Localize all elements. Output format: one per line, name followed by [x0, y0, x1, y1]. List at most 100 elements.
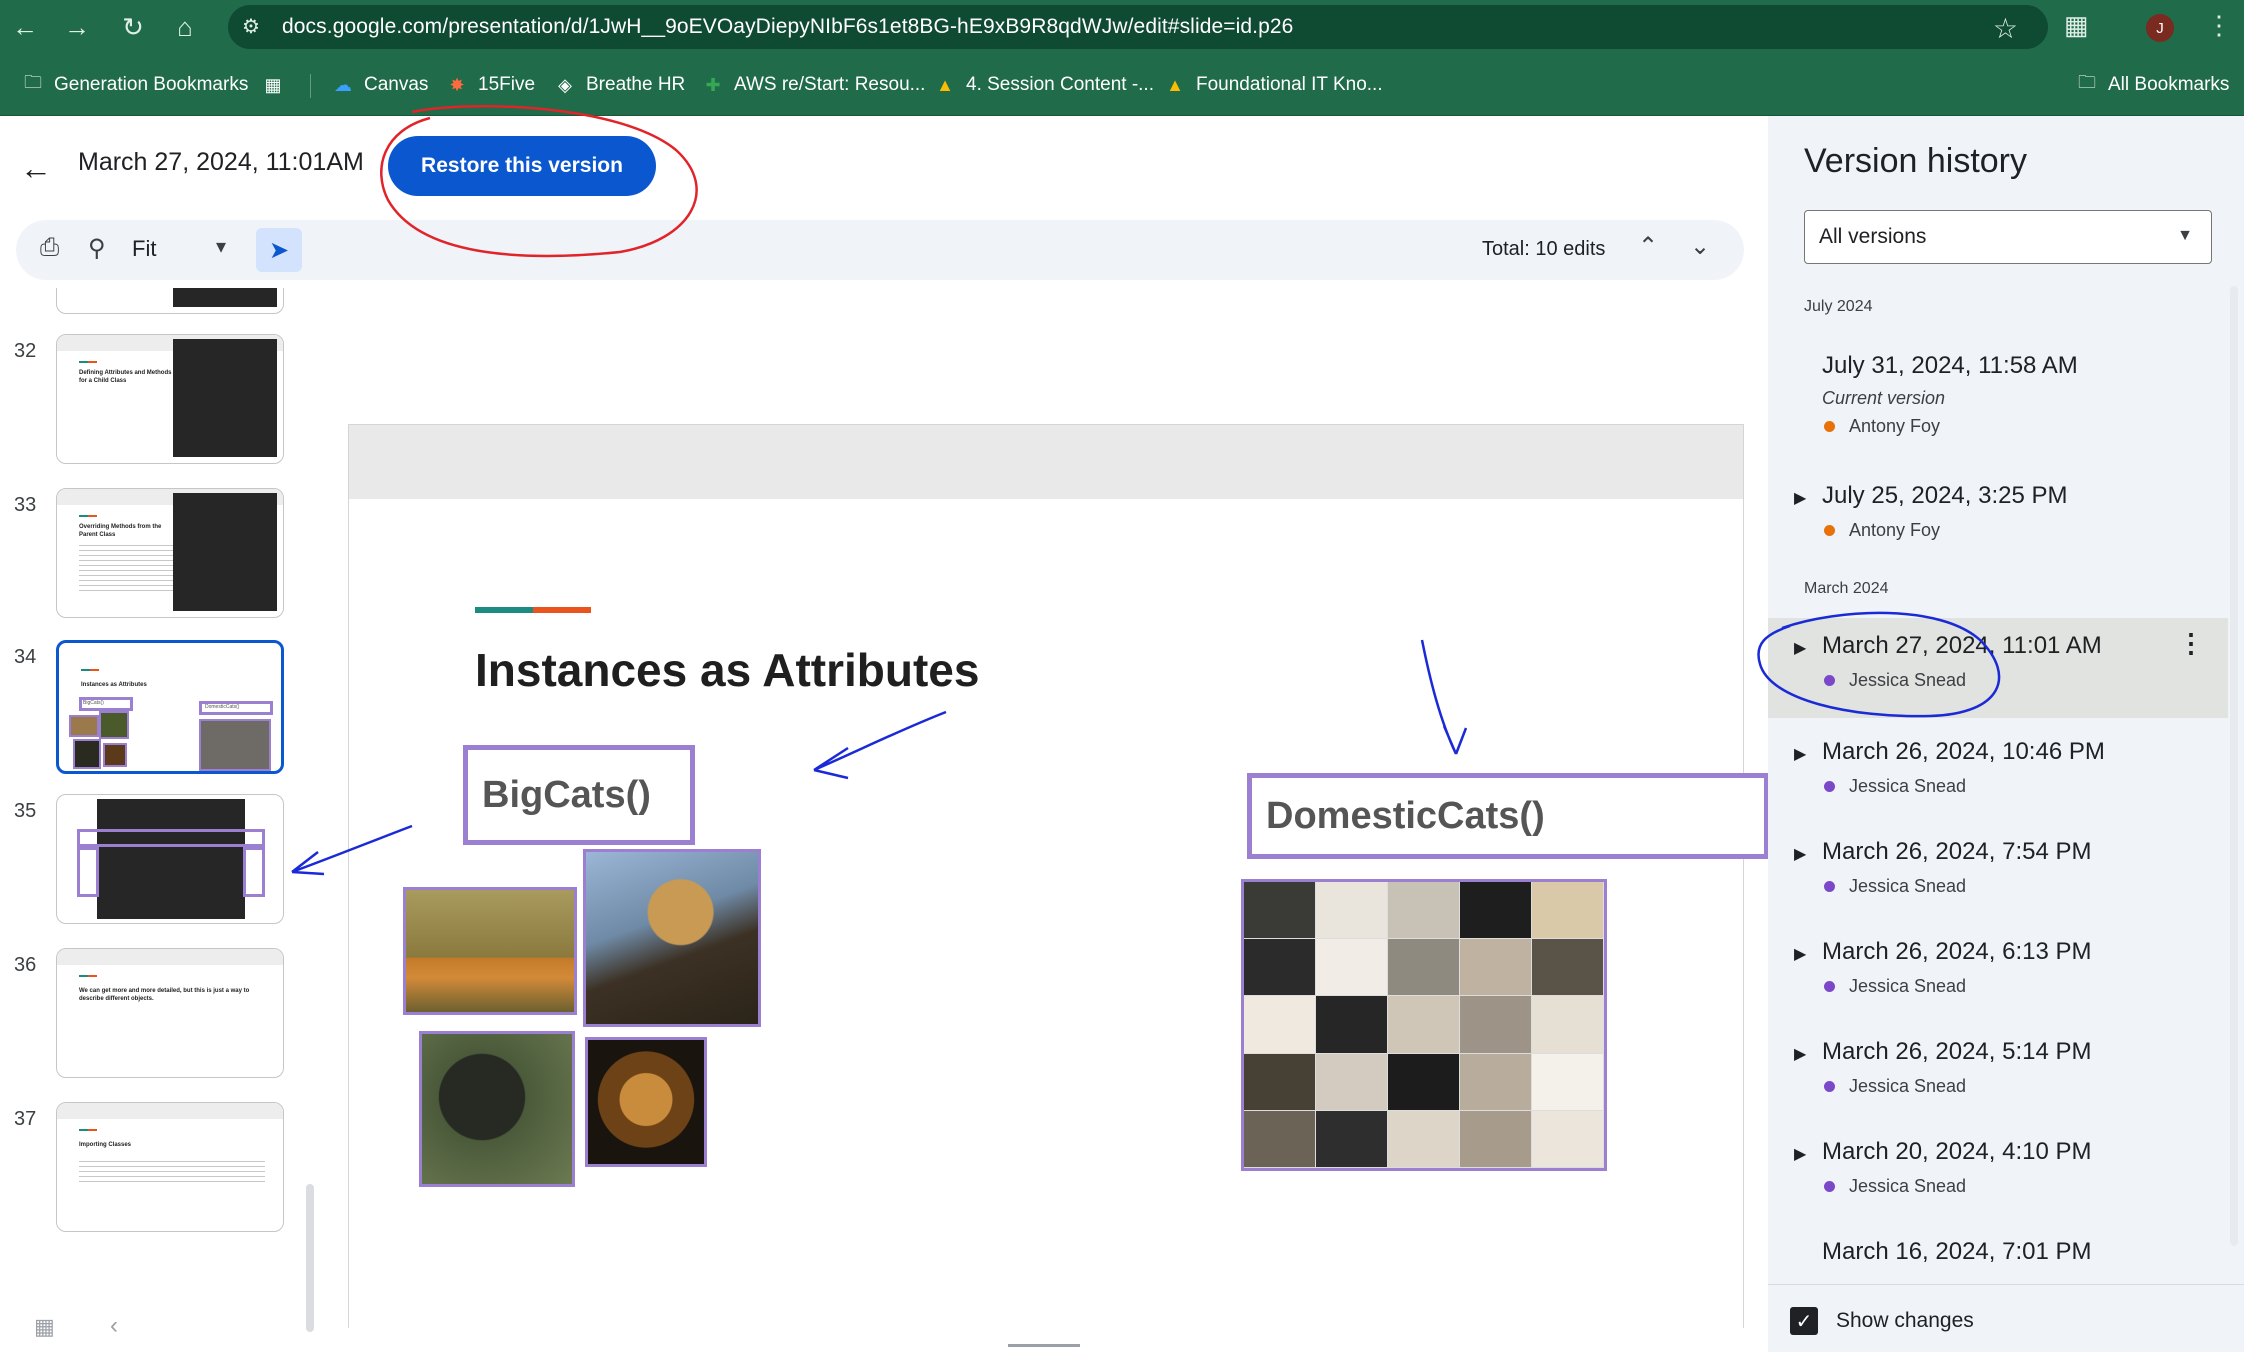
bookmark-star-icon[interactable]: ☆	[1993, 12, 2018, 45]
author-name: Jessica Snead	[1849, 670, 1967, 690]
url-text[interactable]: docs.google.com/presentation/d/1JwH__9oE…	[282, 15, 1293, 39]
previous-edit-icon[interactable]: ⌃	[1638, 232, 1658, 261]
expand-triangle-icon[interactable]: ▶	[1794, 944, 1806, 964]
select-pointer-icon[interactable]: ➤	[256, 228, 302, 272]
back-arrow-icon[interactable]: ←	[20, 150, 52, 187]
address-bar[interactable]: ⚙ docs.google.com/presentation/d/1JwH__9…	[228, 5, 2048, 49]
slide-thumb-row[interactable]	[0, 288, 330, 318]
apps-grid-icon[interactable]: ▦	[262, 69, 284, 101]
browser-menu-icon[interactable]: ⋮	[2206, 10, 2232, 41]
author-dot	[1824, 881, 1835, 892]
version-author: Jessica Snead	[1824, 1176, 1966, 1197]
expand-triangle-icon[interactable]: ▶	[1794, 844, 1806, 864]
site-settings-icon[interactable]: ⚙	[242, 14, 270, 40]
viewer-toolbar: ⎙ ⚲ Fit ▾ ➤ Total: 10 edits ⌃ ⌄	[16, 220, 1744, 280]
version-item[interactable]: ▶ March 26, 2024, 5:14 PM Jessica Snead	[1768, 1030, 2228, 1118]
all-bookmarks[interactable]: 🗀 All Bookmarks	[2076, 69, 2229, 101]
filmstrip-scrollbar[interactable]	[306, 1184, 314, 1332]
expand-triangle-icon[interactable]: ▶	[1794, 488, 1806, 508]
panel-scrollbar[interactable]	[2230, 286, 2238, 1246]
cat-photo-tile	[1388, 1110, 1459, 1167]
next-edit-icon[interactable]: ⌄	[1690, 232, 1710, 261]
bookmark-label: All Bookmarks	[2108, 74, 2230, 95]
expand-triangle-icon[interactable]: ▶	[1794, 1144, 1806, 1164]
home-icon[interactable]: ⌂	[164, 6, 206, 48]
folder-icon: 🗀	[2078, 72, 2096, 92]
forward-icon[interactable]: →	[56, 6, 98, 48]
panther-image	[419, 1031, 575, 1187]
slide-thumbnail[interactable]: Importing Classes	[56, 1102, 284, 1232]
bookmark-15five[interactable]: ✸ 15Five	[446, 69, 535, 101]
version-item-selected[interactable]: ▶ March 27, 2024, 11:01 AM Jessica Snead…	[1768, 618, 2228, 718]
version-date: March 26, 2024, 10:46 PM	[1822, 738, 2105, 765]
version-item[interactable]: ▶ March 20, 2024, 4:10 PM Jessica Snead	[1768, 1130, 2228, 1218]
version-filter-select[interactable]: All versions ▼	[1804, 210, 2212, 264]
bookmark-generation[interactable]: 🗀 Generation Bookmarks	[22, 69, 248, 101]
zoom-select[interactable]: Fit	[132, 236, 156, 262]
author-dot	[1824, 421, 1835, 432]
slide-thumb-row[interactable]: 37 Importing Classes	[0, 1102, 330, 1236]
lion-image	[585, 1037, 707, 1167]
cat-photo-tile	[1316, 1110, 1387, 1167]
cat-photo-tile	[1244, 1053, 1315, 1110]
author-name: Jessica Snead	[1849, 976, 1967, 996]
author-name: Jessica Snead	[1849, 1176, 1967, 1196]
version-author: Antony Foy	[1824, 520, 1940, 541]
version-item[interactable]: ▶ March 26, 2024, 7:54 PM Jessica Snead	[1768, 830, 2228, 918]
slide-thumbnail[interactable]	[56, 288, 284, 314]
cat-photo-tile	[1388, 1053, 1459, 1110]
expand-triangle-icon[interactable]: ▶	[1794, 744, 1806, 764]
slide-thumbnail[interactable]: We can get more and more detailed, but t…	[56, 948, 284, 1078]
version-item[interactable]: ▶ March 26, 2024, 6:13 PM Jessica Snead	[1768, 930, 2228, 1018]
version-item[interactable]: ▶ March 26, 2024, 10:46 PM Jessica Snead	[1768, 730, 2228, 818]
slide-number: 36	[14, 954, 37, 976]
expand-triangle-icon[interactable]: ▶	[1794, 638, 1806, 658]
print-icon[interactable]: ⎙	[40, 234, 59, 262]
bookmark-aws[interactable]: ✚ AWS re/Start: Resou...	[702, 69, 925, 101]
slide-thumbnail[interactable]: Defining Attributes and Methods for a Ch…	[56, 334, 284, 464]
version-item[interactable]: July 31, 2024, 11:58 AM Current version …	[1768, 344, 2228, 448]
slide-thumb-row[interactable]: 33 Overriding Methods from the Parent Cl…	[0, 488, 330, 622]
slide-thumb-row[interactable]: 36 We can get more and more detailed, bu…	[0, 948, 330, 1082]
bookmark-canvas[interactable]: ☁ Canvas	[332, 69, 428, 101]
version-date: March 16, 2024, 7:01 PM	[1822, 1238, 2092, 1265]
zoom-icon[interactable]: ⚲	[88, 234, 106, 263]
more-options-icon[interactable]: ⋮	[2178, 628, 2204, 659]
grid-view-icon[interactable]: ▦	[34, 1314, 55, 1340]
cat-photo-tile	[1244, 882, 1315, 939]
bookmark-label: 4. Session Content -...	[966, 74, 1154, 95]
collapse-filmstrip-icon[interactable]: ‹	[110, 1312, 118, 1340]
cat-photo-tile	[1244, 1110, 1315, 1167]
chevron-down-icon[interactable]: ▾	[216, 234, 226, 259]
cat-photo-tile	[1244, 996, 1315, 1053]
slide-thumb-row-selected[interactable]: 34 Instances as Attributes BigCats() Dom…	[0, 640, 330, 774]
restore-version-button[interactable]: Restore this version	[388, 136, 656, 196]
bookmark-breathe[interactable]: ◈ Breathe HR	[554, 69, 685, 101]
author-name: Antony Foy	[1849, 520, 1941, 540]
avatar[interactable]: J	[2146, 14, 2174, 42]
screen: ← → ↻ ⌂ ⚙ docs.google.com/presentation/d…	[0, 0, 2244, 1352]
slide-thumbnail-selected[interactable]: Instances as Attributes BigCats() Domest…	[56, 640, 284, 774]
expand-triangle-icon[interactable]: ▶	[1794, 1044, 1806, 1064]
leopard-image	[583, 849, 761, 1027]
slide-thumb-row[interactable]: 32 Defining Attributes and Methods for a…	[0, 334, 330, 468]
page-title: March 27, 2024, 11:01AM	[78, 148, 364, 176]
slide-thumbnail[interactable]	[56, 794, 284, 924]
slide-thumbnail[interactable]: Overriding Methods from the Parent Class	[56, 488, 284, 618]
back-icon[interactable]: ←	[4, 6, 46, 48]
cat-photo-tile	[1316, 996, 1387, 1053]
reload-icon[interactable]: ↻	[112, 6, 154, 48]
slide-thumb-row[interactable]: 35	[0, 794, 330, 928]
panel-title: Version history	[1804, 142, 2027, 180]
author-dot	[1824, 525, 1835, 536]
extensions-icon[interactable]: ▦	[2064, 10, 2098, 44]
resize-handle[interactable]	[1008, 1344, 1080, 1347]
cat-photo-tile	[1532, 882, 1603, 939]
bookmark-session[interactable]: ▲ 4. Session Content -...	[934, 69, 1154, 101]
slide-number: 37	[14, 1108, 37, 1130]
bookmark-foundational[interactable]: ▲ Foundational IT Kno...	[1164, 69, 1383, 101]
slide-header-band	[349, 425, 1743, 499]
version-item[interactable]: ▶ July 25, 2024, 3:25 PM Antony Foy	[1768, 474, 2228, 562]
version-history-panel: Version history All versions ▼ July 2024…	[1768, 116, 2244, 1352]
show-changes-checkbox[interactable]: ✓	[1790, 1307, 1818, 1335]
